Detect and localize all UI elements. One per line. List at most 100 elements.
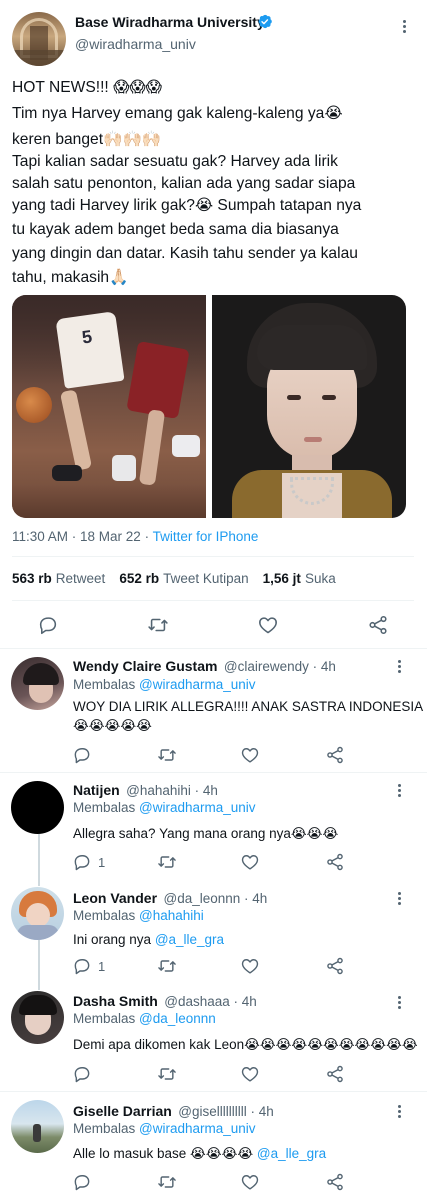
- quote-count[interactable]: 652 rb: [119, 571, 159, 586]
- reply-icon[interactable]: [72, 745, 92, 765]
- replying-label: Membalas: [73, 1011, 140, 1026]
- reply-avatar[interactable]: [11, 781, 64, 834]
- tweet-line: tahu, makasih🙏🏻: [12, 269, 129, 286]
- more-options-icon[interactable]: [389, 656, 409, 676]
- replying-to-link[interactable]: @wiradharma_univ: [139, 677, 256, 692]
- replying-to-link[interactable]: @da_leonnn: [139, 1011, 216, 1026]
- reply-action[interactable]: [72, 1172, 98, 1192]
- tweet-line: yang dingin dan datar. Kasih tahu sender…: [12, 245, 358, 262]
- replying-to-link[interactable]: @wiradharma_univ: [139, 1121, 256, 1136]
- share-icon[interactable]: [325, 956, 345, 976]
- reply-icon[interactable]: [72, 1064, 92, 1084]
- thread-connector: [38, 940, 40, 990]
- author-avatar[interactable]: [12, 12, 66, 66]
- reply-action[interactable]: 1: [72, 956, 105, 976]
- more-options-icon[interactable]: [389, 888, 409, 908]
- media-basketball-image[interactable]: 5: [12, 295, 206, 518]
- media-portrait-image[interactable]: [212, 295, 406, 518]
- reply-icon[interactable]: [37, 614, 59, 636]
- tweet-time: 11:30 AM · 18 Mar 22 ·: [12, 529, 153, 544]
- share-icon[interactable]: [325, 1172, 345, 1192]
- tweet-line: Tim nya Harvey emang gak kaleng-kaleng y…: [12, 105, 343, 122]
- reply-text-line: Allegra saha? Yang mana orang nya😭😭😭: [73, 826, 339, 841]
- like-label[interactable]: Suka: [305, 571, 336, 586]
- reply-action[interactable]: [72, 1064, 98, 1084]
- tweet-line: HOT NEWS!!! 😱😱😱: [12, 79, 162, 96]
- more-options-icon[interactable]: [389, 992, 409, 1012]
- heart-icon[interactable]: [240, 1172, 260, 1192]
- retweet-label[interactable]: Retweet: [56, 571, 106, 586]
- replying-to-link[interactable]: @wiradharma_univ: [139, 800, 256, 815]
- replying-to: Membalas @wiradharma_univ: [73, 677, 256, 692]
- retweet-icon[interactable]: [157, 956, 177, 976]
- author-name[interactable]: Base Wiradharma University: [75, 14, 265, 30]
- replying-to: Membalas @hahahihi: [73, 908, 204, 923]
- share-icon[interactable]: [367, 614, 389, 636]
- reply-text: Ini orang nya @a_lle_gra: [73, 930, 224, 949]
- mention-link[interactable]: @a_lle_gra: [155, 932, 224, 947]
- reply-header: Natijen @hahahihi · 4h: [73, 782, 218, 800]
- reply-icon[interactable]: [72, 956, 92, 976]
- share-icon[interactable]: [325, 1064, 345, 1084]
- retweet-icon[interactable]: [157, 852, 177, 872]
- verified-badge-icon: [258, 14, 272, 29]
- heart-icon[interactable]: [240, 745, 260, 765]
- thread-connector: [38, 834, 40, 886]
- reply-header: Leon Vander @da_leonnn · 4h: [73, 890, 267, 908]
- reply-author-name[interactable]: Natijen: [73, 782, 120, 798]
- reply-author-name[interactable]: Dasha Smith: [73, 993, 158, 1009]
- reply-avatar[interactable]: [11, 991, 64, 1044]
- replying-to: Membalas @wiradharma_univ: [73, 1121, 256, 1136]
- retweet-icon[interactable]: [157, 745, 177, 765]
- share-icon[interactable]: [325, 852, 345, 872]
- divider: [12, 556, 414, 557]
- reply-text-line: 😭😭😭😭😭: [73, 718, 152, 733]
- replying-to: Membalas @wiradharma_univ: [73, 800, 256, 815]
- tweet-line: tu kayak adem banget beda sama dia biasa…: [12, 221, 339, 238]
- more-options-icon[interactable]: [389, 1101, 409, 1121]
- like-count[interactable]: 1,56 jt: [263, 571, 301, 586]
- author-handle[interactable]: @wiradharma_univ: [75, 36, 196, 52]
- reply-author-name[interactable]: Leon Vander: [73, 890, 157, 906]
- reply-author-name[interactable]: Giselle Darrian: [73, 1103, 172, 1119]
- reply-author-handle[interactable]: @hahahihi · 4h: [126, 783, 218, 798]
- reply-avatar[interactable]: [11, 887, 64, 940]
- reply-author-name[interactable]: Wendy Claire Gustam: [73, 658, 217, 674]
- replying-label: Membalas: [73, 1121, 140, 1136]
- retweet-icon[interactable]: [157, 1064, 177, 1084]
- reply-avatar[interactable]: [11, 657, 64, 710]
- reply-text-line: Alle lo masuk base 😭😭😭😭: [73, 1146, 257, 1161]
- reply-author-handle[interactable]: @gisellllllllll · 4h: [178, 1104, 273, 1119]
- reply-text-line: Ini orang nya: [73, 932, 155, 947]
- reply-action[interactable]: [72, 745, 98, 765]
- author-name-text[interactable]: Base Wiradharma University: [75, 14, 265, 30]
- retweet-icon[interactable]: [147, 614, 169, 636]
- reply-author-handle[interactable]: @clairewendy · 4h: [224, 659, 336, 674]
- retweet-count[interactable]: 563 rb: [12, 571, 52, 586]
- replying-label: Membalas: [73, 800, 140, 815]
- reply-avatar[interactable]: [11, 1100, 64, 1153]
- quote-label[interactable]: Tweet Kutipan: [163, 571, 249, 586]
- more-options-icon[interactable]: [394, 16, 414, 36]
- reply-icon[interactable]: [72, 1172, 92, 1192]
- reply-text-line: Demi apa dikomen kak Leon😭😭😭😭😭😭😭😭😭😭😭: [73, 1037, 418, 1052]
- heart-icon[interactable]: [240, 956, 260, 976]
- reply-author-handle[interactable]: @da_leonnn · 4h: [163, 891, 267, 906]
- reply-icon[interactable]: [72, 852, 92, 872]
- share-icon[interactable]: [325, 745, 345, 765]
- reply-text: WOY DIA LIRIK ALLEGRA!!!! ANAK SASTRA IN…: [73, 697, 423, 735]
- heart-icon[interactable]: [240, 1064, 260, 1084]
- reply-author-handle[interactable]: @dashaaa · 4h: [164, 994, 257, 1009]
- heart-icon[interactable]: [240, 852, 260, 872]
- retweet-icon[interactable]: [157, 1172, 177, 1192]
- reply-header: Wendy Claire Gustam @clairewendy · 4h: [73, 658, 336, 676]
- reply-header: Giselle Darrian @gisellllllllll · 4h: [73, 1103, 274, 1121]
- tweet-text: HOT NEWS!!! 😱😱😱 Tim nya Harvey emang gak…: [12, 76, 417, 290]
- reply-action[interactable]: 1: [72, 852, 105, 872]
- replying-to-link[interactable]: @hahahihi: [139, 908, 204, 923]
- tweet-source-link[interactable]: Twitter for IPhone: [153, 529, 259, 544]
- mention-link[interactable]: @a_lle_gra: [257, 1146, 326, 1161]
- reply-text: Allegra saha? Yang mana orang nya😭😭😭: [73, 824, 338, 843]
- heart-icon[interactable]: [257, 614, 279, 636]
- more-options-icon[interactable]: [389, 780, 409, 800]
